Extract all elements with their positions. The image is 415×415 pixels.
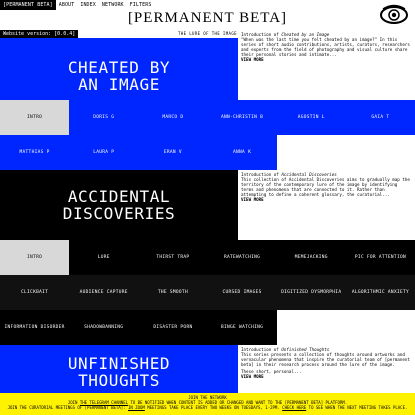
grid-cell[interactable]: INTRO xyxy=(0,240,70,275)
intro-text: This collection of Accidental Discoverie… xyxy=(241,177,410,197)
section-accidental-hero[interactable]: ACCIDENTAL DISCOVERIES xyxy=(0,170,238,240)
grid-cell[interactable]: SHADOWBANNING xyxy=(69,310,138,345)
grid-cell[interactable]: DORIS G xyxy=(69,100,138,135)
grid-cell[interactable]: ANN-CHRISTIN B xyxy=(207,100,276,135)
site-title[interactable]: [PERMANENT BETA] xyxy=(0,10,415,26)
grid-cell[interactable]: GAIA T xyxy=(346,100,415,135)
grid-cell[interactable]: MARCO D xyxy=(138,100,207,135)
view-more-link[interactable]: VIEW MORE xyxy=(241,374,412,379)
grid-cell[interactable]: DIGITIZED DYSMORPHIA xyxy=(277,275,346,310)
grid-cell[interactable]: PIC FOR ATTENTION xyxy=(346,240,415,275)
website-version: Website version: [0.0.4] xyxy=(0,30,79,38)
accidental-row-1: INTRO LURE THIRST TRAP RATEWATCHING MEME… xyxy=(0,240,415,275)
grid-cell[interactable]: ALGORITHMIC ANXIETY xyxy=(346,275,415,310)
grid-cell[interactable]: MATTHIAS P xyxy=(0,135,69,170)
section-title: CHEATED BY AN IMAGE xyxy=(67,57,171,94)
accidental-row-3: INFORMATION DISORDER SHADOWBANNING DISAS… xyxy=(0,310,415,345)
grid-cell[interactable]: CLICKBAIT xyxy=(0,275,69,310)
cheated-row-2: MATTHIAS P LAURA P ERAN V ANNA K xyxy=(0,135,415,170)
grid-cell[interactable]: ANNA K xyxy=(207,135,276,170)
section-title: ACCIDENTAL DISCOVERIES xyxy=(62,187,176,223)
empty-cell xyxy=(276,135,346,170)
nav-index[interactable]: INDEX xyxy=(77,0,99,10)
grid-cell[interactable]: AUDIENCE CAPTURE xyxy=(69,275,138,310)
grid-cell[interactable]: BINGE WATCHING xyxy=(207,310,276,345)
grid-cell[interactable]: INTRO xyxy=(0,100,70,135)
nav-about[interactable]: ABOUT xyxy=(56,0,78,10)
footer-text: TO SEE WHEN THE NEXT MEETING TAKES PLACE… xyxy=(308,405,408,410)
empty-cell xyxy=(345,135,415,170)
section-title: UNFINISHED THOUGHTS xyxy=(67,354,171,390)
footer-text: JOIN THE CURATORIAL MEETINGS OF [PERMANE… xyxy=(7,405,126,410)
empty-cell xyxy=(276,310,346,345)
grid-cell[interactable]: LURE xyxy=(69,240,138,275)
footer-banner: JOIN THE NETWORK JOIN THE TELEGRAM CHANN… xyxy=(0,393,415,415)
footer-meeting-line: JOIN THE CURATORIAL MEETINGS OF [PERMANE… xyxy=(0,405,415,410)
accidental-row-2: CLICKBAIT AUDIENCE CAPTURE THE SMOOTH CU… xyxy=(0,275,415,310)
eye-icon xyxy=(380,4,408,24)
view-more-link[interactable]: VIEW MORE xyxy=(241,57,412,62)
section-unfinished-intro: Introduction of Unfinished Thoughts This… xyxy=(238,345,415,393)
grid-cell[interactable]: THE SMOOTH xyxy=(138,275,207,310)
grid-cell[interactable]: LAURA P xyxy=(69,135,138,170)
grid-cell[interactable]: MEMEJACKING xyxy=(277,240,346,275)
site-header: [PERMANENT BETA] THE LURE OF THE IMAGE xyxy=(0,10,415,36)
zoom-link[interactable]: IN ZOOM xyxy=(128,405,145,410)
intro-text: This series presents a collection of tho… xyxy=(241,352,410,367)
top-nav: [PERMANENT BETA] ABOUT INDEX NETWORK FIL… xyxy=(0,0,415,10)
grid-cell[interactable]: INFORMATION DISORDER xyxy=(0,310,69,345)
section-accidental-intro: Introduction of Accidental Discoveries T… xyxy=(238,170,415,240)
grid-cell[interactable]: CURSED IMAGES xyxy=(207,275,276,310)
empty-cell xyxy=(345,310,415,345)
grid-cell[interactable]: AGOSTIN L xyxy=(277,100,346,135)
grid-cell[interactable]: RATEWATCHING xyxy=(207,240,276,275)
section-unfinished-hero[interactable]: UNFINISHED THOUGHTS xyxy=(0,345,238,393)
check-here-link[interactable]: CHECK HERE xyxy=(282,405,306,410)
nav-network[interactable]: NETWORK xyxy=(99,0,127,10)
grid-cell[interactable]: THIRST TRAP xyxy=(138,240,207,275)
footer-text: MEETINGS TAKE PLACE EVERY TWO WEEKS ON T… xyxy=(147,405,280,410)
cheated-row-1: INTRO DORIS G MARCO D ANN-CHRISTIN B AGO… xyxy=(0,100,415,135)
intro-text: "When was the last time you felt cheated… xyxy=(241,37,410,57)
nav-filters[interactable]: FILTERS xyxy=(127,0,155,10)
grid-cell[interactable]: ERAN V xyxy=(138,135,207,170)
nav-home[interactable]: [PERMANENT BETA] xyxy=(0,0,56,10)
grid-cell[interactable]: DISASTER PORN xyxy=(138,310,207,345)
view-more-link[interactable]: VIEW MORE xyxy=(241,197,412,202)
